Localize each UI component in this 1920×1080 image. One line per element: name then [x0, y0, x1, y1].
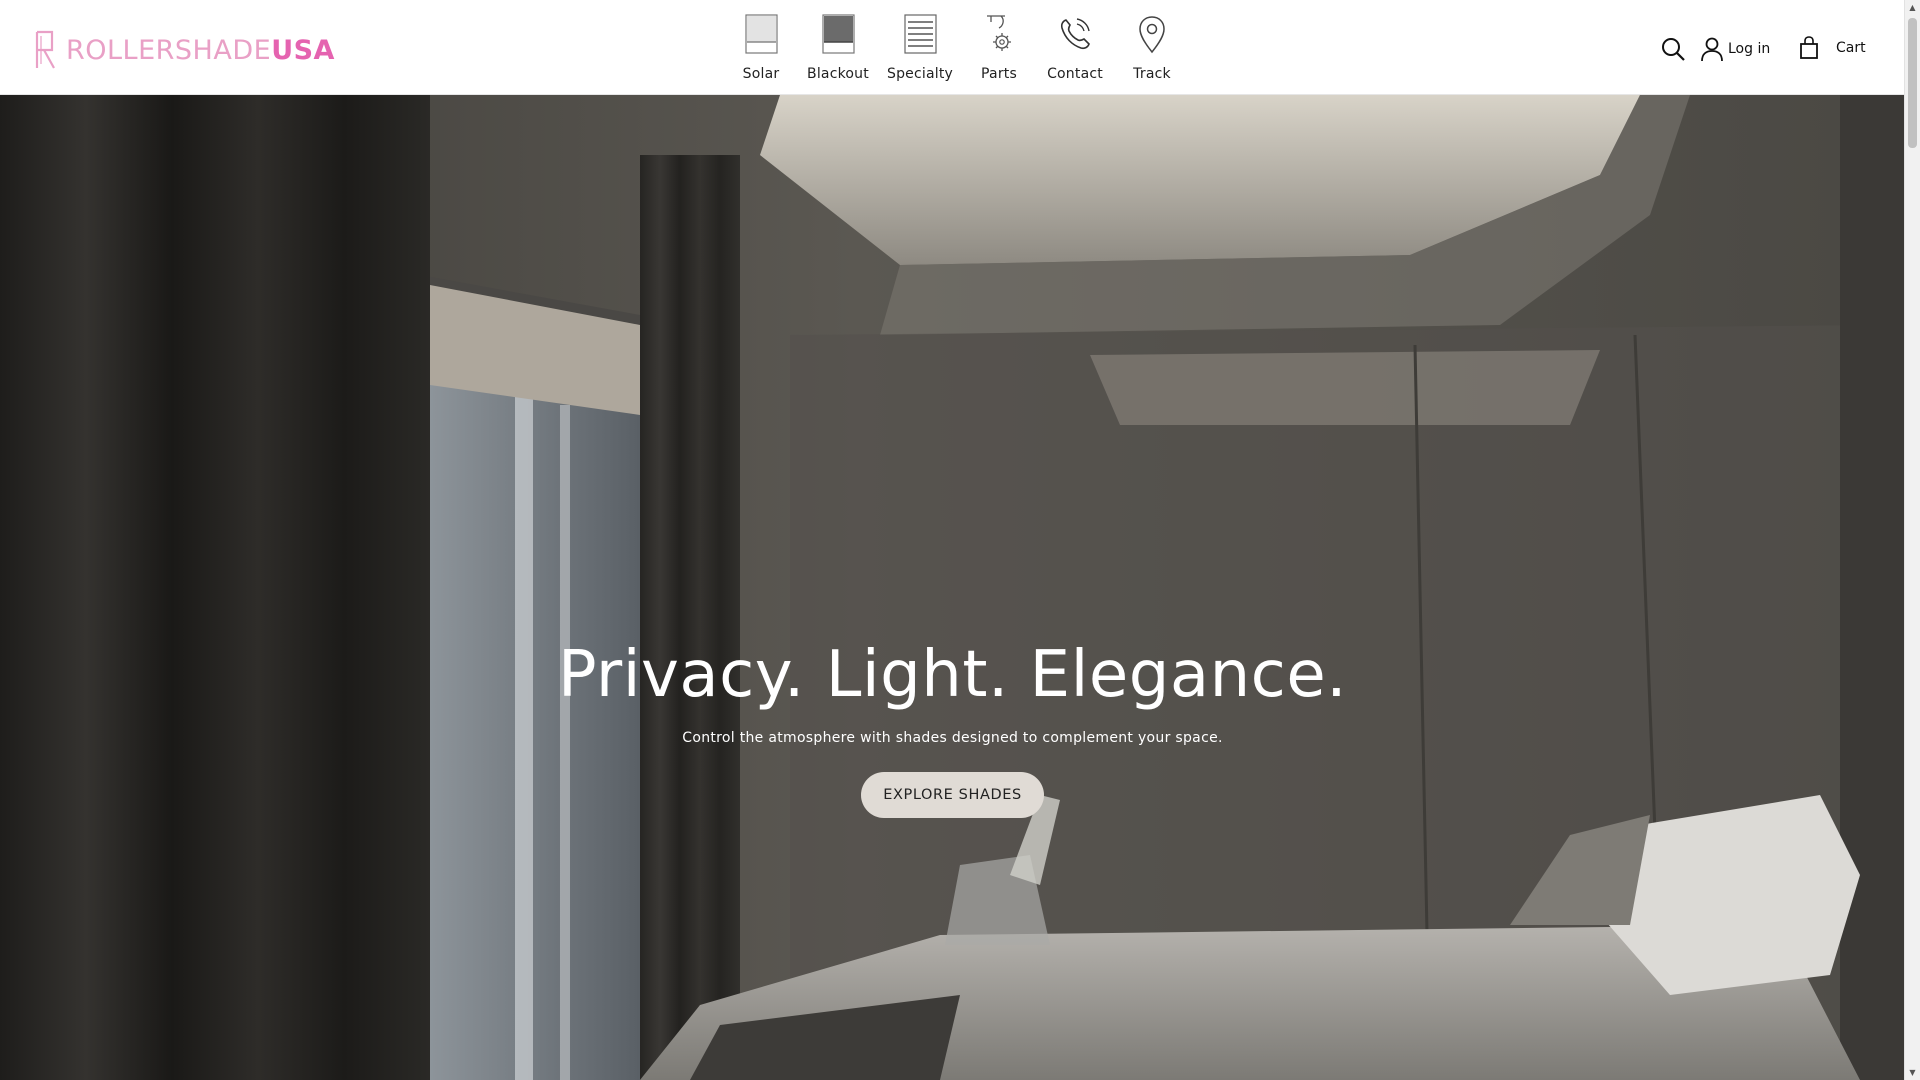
site-header: ROLLERSHADEUSA Solar Blackout Specialty …	[0, 0, 1905, 95]
r-monogram-icon	[35, 30, 55, 69]
search-button[interactable]	[1660, 36, 1686, 62]
search-icon	[1662, 38, 1685, 61]
user-icon	[1701, 37, 1723, 62]
scrollbar-thumb[interactable]	[1908, 18, 1917, 148]
cart-link[interactable]: Cart	[1798, 36, 1866, 60]
hero-content: Privacy. Light. Elegance. Control the at…	[0, 635, 1905, 818]
solar-shade-icon	[745, 14, 778, 54]
page-scrollbar[interactable]: ▲ ▼	[1904, 0, 1920, 1080]
parts-gear-icon	[987, 15, 1011, 51]
nav-item-blackout[interactable]: Blackout	[793, 12, 883, 84]
login-label: Log in	[1728, 41, 1771, 57]
cart-label: Cart	[1836, 40, 1866, 56]
shopping-bag-icon	[1800, 36, 1818, 59]
nav-item-track[interactable]: Track	[1107, 12, 1197, 84]
hero-background-image	[0, 95, 1905, 1080]
scroll-up-icon[interactable]: ▲	[1905, 0, 1920, 15]
hero-subtitle: Control the atmosphere with shades desig…	[682, 730, 1223, 746]
logo-wordmark: ROLLERSHADEUSA	[66, 34, 335, 66]
nav-label: Track	[1133, 66, 1171, 82]
hero-banner: Privacy. Light. Elegance. Control the at…	[0, 95, 1905, 1080]
site-logo[interactable]: ROLLERSHADEUSA	[34, 30, 335, 70]
phone-icon	[1060, 18, 1090, 50]
login-link[interactable]: Log in	[1700, 36, 1770, 62]
nav-label: Specialty	[886, 66, 954, 82]
scroll-down-icon[interactable]: ▼	[1905, 1065, 1920, 1080]
nav-item-specialty[interactable]: Specialty	[875, 12, 965, 84]
map-pin-icon	[1139, 16, 1165, 54]
specialty-shade-icon	[904, 14, 937, 54]
hero-title: Privacy. Light. Elegance.	[557, 638, 1348, 712]
nav-label: Blackout	[807, 66, 869, 82]
explore-shades-button[interactable]: EXPLORE SHADES	[861, 772, 1044, 818]
blackout-shade-icon	[822, 14, 855, 54]
